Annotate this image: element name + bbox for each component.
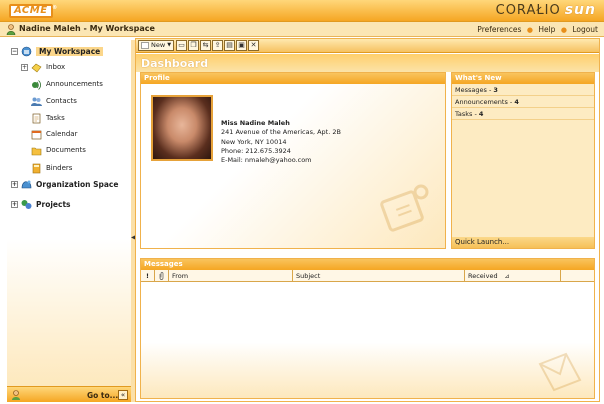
page-title: Dashboard [141,57,209,70]
sidebar-item-announcements[interactable]: Announcements [31,77,103,91]
whats-new-panel: What's New Messages - 3 Announcements - … [451,72,595,249]
sidebar-item-tasks[interactable]: Tasks [31,111,65,125]
organization-icon [21,180,32,188]
collapse-icon[interactable]: − [11,47,18,55]
whats-new-list: Messages - 3 Announcements - 4 Tasks - 4 [452,84,594,120]
copy-icon[interactable]: ❐ [188,40,200,51]
sidebar-item-label: Contacts [46,97,77,105]
sidebar-item-my-workspace[interactable]: − My Workspace [11,44,104,58]
column-attachment-icon[interactable] [155,270,169,282]
link-separator-icon: ● [526,26,533,34]
sidebar-item-label: Documents [46,146,86,154]
sidebar-item-label: Calendar [46,130,78,138]
profile-address-line2: New York, NY 10014 [221,137,287,146]
profile-address-line1: 241 Avenue of the Americas, Apt. 2B [221,128,341,137]
envelope-watermark-icon [538,352,582,392]
dropdown-arrow-icon[interactable]: ▼ [167,41,171,50]
profile-name: Miss Nadine Maleh [221,119,290,127]
sort-descending-icon[interactable]: ⊿ [505,273,510,280]
profile-panel: Profile Miss Nadine Maleh 241 Avenue of … [140,72,446,249]
profile-header: Profile [141,73,445,84]
profile-info: Miss Nadine Maleh 241 Avenue of the Amer… [221,119,341,165]
new-button[interactable]: New ▼ [138,40,175,51]
column-spacer [561,270,594,282]
app-window: ACME ® CORAŁIO sun Nadine Maleh - My Works… [0,0,604,404]
goto-bar: Go to... « [7,386,132,402]
dashboard-header: Dashboard [136,54,599,72]
main-panel: New ▼ ▭ ❐ ⇆ ⇪ ▤ ▣ ✕ Dashboard Profile Mi… [135,38,600,402]
sidebar-item-projects[interactable]: + Projects [11,197,71,211]
goto-user-icon [12,390,20,400]
new-item-icon [141,42,149,49]
sidebar-item-label: Announcements [46,80,103,88]
sidebar-item-label: My Workspace [36,46,104,56]
open-folder-icon[interactable]: ▭ [176,40,188,51]
share-icon[interactable]: ⇪ [212,40,224,51]
user-bar: Nadine Maleh - My Workspace Preferences … [0,22,604,37]
save-icon[interactable]: ▣ [236,40,248,51]
column-priority[interactable]: ! [141,270,155,282]
profile-photo [151,95,213,161]
whats-new-messages[interactable]: Messages - 3 [452,84,594,96]
expand-icon[interactable]: + [11,200,18,208]
goto-label[interactable]: Go to... [87,391,118,400]
sidebar-item-label: Organization Space [36,179,119,189]
sidebar-item-contacts[interactable]: Contacts [31,94,77,108]
sidebar-item-label: Tasks [46,114,65,122]
preferences-link[interactable]: Preferences [477,25,521,34]
column-subject[interactable]: Subject [293,270,465,282]
workspace-icon [21,46,32,56]
inbox-icon [31,63,42,72]
acme-logo: ACME ® [9,4,57,18]
messages-panel: Messages ! From Subject Received ⊿ [140,258,595,399]
profile-email: E-Mail: nmaleh@yahoo.com [221,156,312,165]
workspace-title: Nadine Maleh - My Workspace [19,24,155,33]
new-button-label: New [151,41,166,49]
quick-launch[interactable]: Quick Launch... [452,237,594,248]
column-from[interactable]: From [169,270,293,282]
contact-card-watermark-icon [380,184,429,232]
coralio-sun-brand: CORAŁIO sun [495,2,596,18]
sidebar-item-documents[interactable]: Documents [31,143,86,157]
column-received[interactable]: Received ⊿ [465,270,561,282]
whats-new-tasks[interactable]: Tasks - 4 [452,108,594,120]
whats-new-announcements[interactable]: Announcements - 4 [452,96,594,108]
contacts-icon [31,97,42,106]
column-received-label: Received [468,272,498,280]
paperclip-icon [159,272,164,280]
announcements-icon [32,79,41,90]
expand-icon[interactable]: + [21,63,28,71]
move-icon[interactable]: ⇆ [200,40,212,51]
sidebar-item-label: Inbox [46,63,66,71]
properties-icon[interactable]: ▤ [224,40,236,51]
logout-link[interactable]: Logout [572,25,598,34]
sidebar-item-inbox[interactable]: + Inbox [21,60,65,74]
sidebar-item-binders[interactable]: Binders [31,161,72,175]
sidebar-item-organization-space[interactable]: + Organization Space [11,177,118,191]
help-link[interactable]: Help [538,25,555,34]
sidebar-item-label: Binders [46,164,73,172]
top-links: Preferences ● Help ● Logout [474,25,598,34]
profile-phone: Phone: 212.675.3924 [221,146,291,155]
projects-icon [21,199,32,209]
goto-expand-button[interactable]: « [118,390,128,400]
documents-icon [31,147,42,155]
calendar-icon [31,130,42,139]
sidebar-item-label: Projects [36,199,71,209]
toolbar: New ▼ ▭ ❐ ⇆ ⇪ ▤ ▣ ✕ [136,39,599,53]
whats-new-header: What's New [452,73,594,84]
sidebar-item-calendar[interactable]: Calendar [31,127,77,141]
expand-icon[interactable]: + [11,180,18,188]
delete-icon[interactable]: ✕ [248,40,260,51]
tasks-icon [32,113,41,123]
top-bar: ACME ® CORAŁIO sun [0,0,604,22]
sidebar: − My Workspace + Inbox Announcements Con… [7,40,132,402]
link-separator-icon: ● [560,26,567,34]
messages-column-headers: ! From Subject Received ⊿ [141,270,594,282]
user-icon [6,24,16,35]
binders-icon [32,163,41,173]
messages-header: Messages [141,259,594,270]
